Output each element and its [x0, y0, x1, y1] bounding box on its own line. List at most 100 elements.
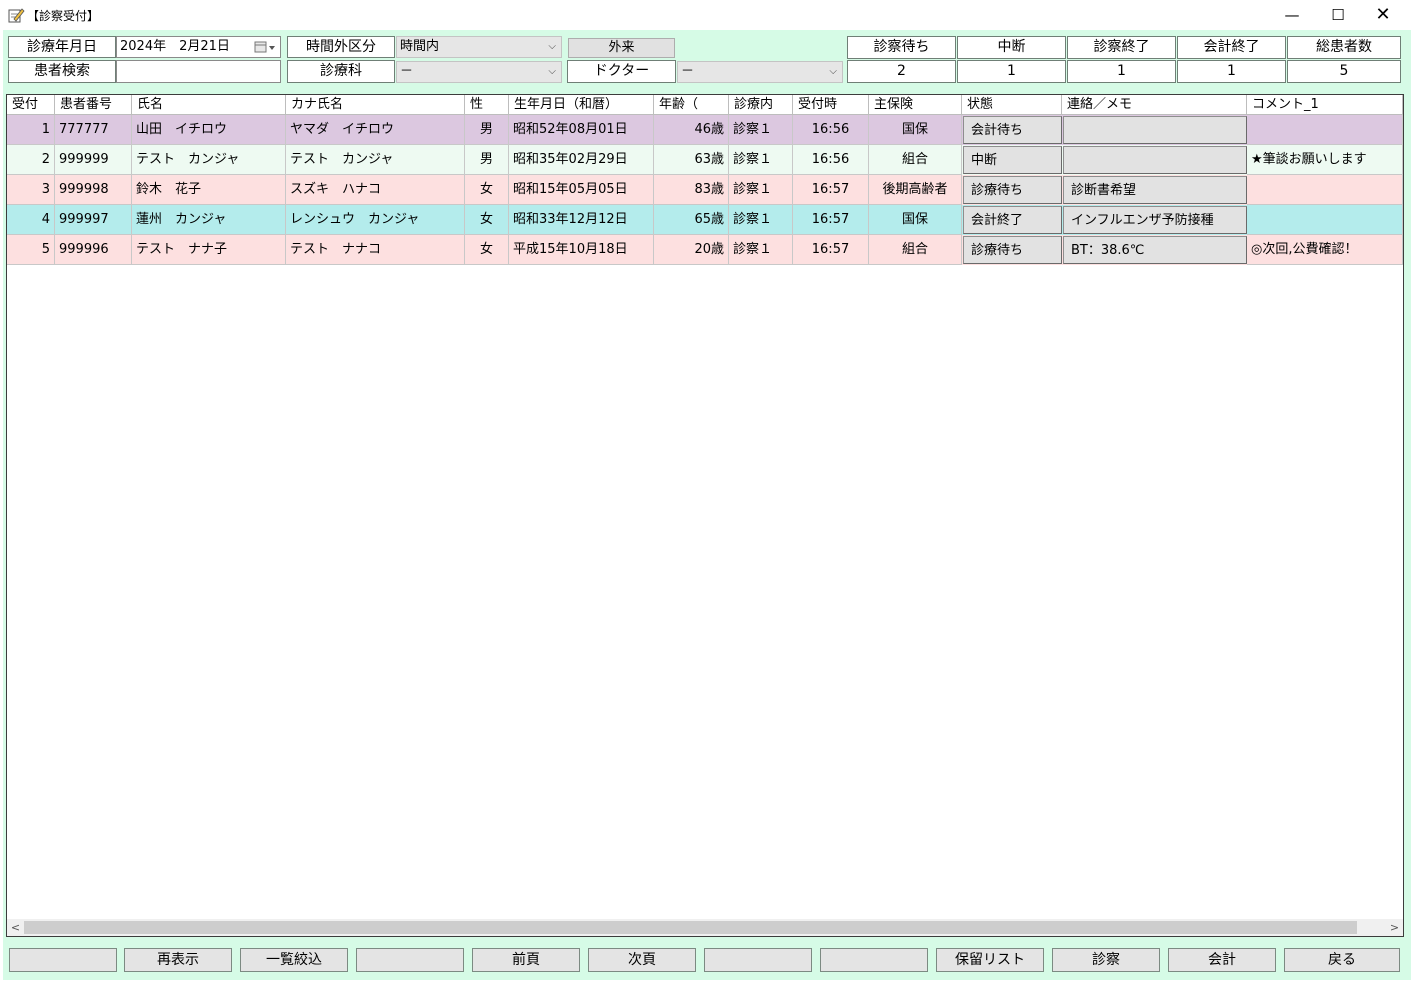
table-cell-kana: レンシュウ カンジャ: [286, 205, 465, 235]
table-row[interactable]: 5 999996 テスト ナナ子 テスト ナナコ女平成15年10月18日 20歳 診察１ 1…: [7, 235, 1403, 265]
table-cell-dept: 診察１: [729, 205, 793, 235]
time-category-select[interactable]: 時間内 ⌵: [396, 36, 562, 58]
column-header[interactable]: 生年月日（和暦）: [509, 95, 654, 115]
department-label-text: 診療科: [320, 63, 362, 79]
doctor-value: －: [681, 64, 695, 79]
column-header[interactable]: カナ氏名: [286, 95, 465, 115]
outpatient-button[interactable]: 外来: [568, 38, 675, 58]
column-header[interactable]: 主保険: [869, 95, 962, 115]
table-cell-time: 16:57: [793, 205, 869, 235]
memo-button[interactable]: 診断書希望: [1063, 176, 1247, 204]
table-cell-sex: 男: [465, 145, 509, 175]
function-button-1[interactable]: [9, 948, 117, 972]
table-cell-birth: 昭和52年08月01日: [509, 115, 654, 145]
table-cell-name: 蓮州 カンジャ: [132, 205, 286, 235]
function-button-5[interactable]: 前頁: [472, 948, 580, 972]
column-header[interactable]: 診療内: [729, 95, 793, 115]
horizontal-scrollbar[interactable]: < >: [7, 919, 1403, 936]
column-header[interactable]: 受付時: [793, 95, 869, 115]
counter-label: 中断: [957, 36, 1066, 59]
table-cell-kana: テスト ナナコ: [286, 235, 465, 265]
status-button[interactable]: 診療待ち: [963, 176, 1062, 204]
function-button-3[interactable]: 一覧絞込: [240, 948, 348, 972]
column-header[interactable]: コメント_1: [1247, 95, 1403, 115]
patient-search-input[interactable]: [116, 60, 281, 83]
memo-button[interactable]: インフルエンザ予防接種: [1063, 206, 1247, 234]
table-cell-dept: 診察１: [729, 145, 793, 175]
doctor-label: ドクター: [567, 60, 676, 83]
table-cell-dept: 診察１: [729, 235, 793, 265]
scroll-right-icon[interactable]: >: [1386, 919, 1403, 936]
status-button[interactable]: 中断: [963, 146, 1062, 174]
table-cell-id: 999996: [55, 235, 132, 265]
function-button-4[interactable]: [356, 948, 464, 972]
table-cell-ins: 国保: [869, 205, 962, 235]
column-header[interactable]: 年齢（: [654, 95, 729, 115]
table-cell-age: 20歳: [654, 235, 729, 265]
function-button-7[interactable]: [704, 948, 812, 972]
table-row[interactable]: 1 777777 山田 イチロウ ヤマダ イチロウ男昭和52年08月01日 46歳 診察１…: [7, 115, 1403, 145]
column-header[interactable]: 患者番号: [55, 95, 132, 115]
table-cell-comment: [1247, 115, 1403, 145]
close-button[interactable]: ✕: [1361, 2, 1405, 28]
column-header[interactable]: 性: [465, 95, 509, 115]
table-cell-time: 16:56: [793, 145, 869, 175]
table-cell-no: 1: [7, 115, 55, 145]
column-header[interactable]: 状態: [962, 95, 1062, 115]
status-button[interactable]: 診療待ち: [963, 236, 1062, 264]
counter-value: 5: [1287, 60, 1401, 83]
table-row[interactable]: 3 999998 鈴木 花子 スズキ ハナコ女昭和15年05月05日 83歳 診察１ 16:…: [7, 175, 1403, 205]
table-cell-age: 63歳: [654, 145, 729, 175]
table-row[interactable]: 4 999997 蓮州 カンジャ レンシュウ カンジャ女昭和33年12月12日 65歳診…: [7, 205, 1403, 235]
maximize-button[interactable]: ☐: [1316, 2, 1360, 28]
table-cell-id: 777777: [55, 115, 132, 145]
table-cell-no: 3: [7, 175, 55, 205]
function-button-8[interactable]: [820, 948, 928, 972]
function-button-6[interactable]: 次頁: [588, 948, 696, 972]
table-cell-kana: スズキ ハナコ: [286, 175, 465, 205]
table-cell-name: テスト ナナ子: [132, 235, 286, 265]
scroll-left-icon[interactable]: <: [7, 919, 24, 936]
function-button-11[interactable]: 会計: [1168, 948, 1276, 972]
minimize-button[interactable]: —: [1270, 2, 1314, 28]
counter-value: 2: [847, 60, 956, 83]
column-header[interactable]: 受付: [7, 95, 55, 115]
table-cell-kana: ヤマダ イチロウ: [286, 115, 465, 145]
scrollbar-thumb[interactable]: [24, 921, 1357, 934]
time-category-label: 時間外区分: [287, 36, 395, 58]
status-button[interactable]: 会計終了: [963, 206, 1062, 234]
function-button-12[interactable]: 戻る: [1284, 948, 1400, 972]
counter-label: 会計終了: [1177, 36, 1286, 59]
memo-button[interactable]: [1063, 146, 1247, 174]
department-label: 診療科: [287, 60, 395, 83]
function-button-9[interactable]: 保留リスト: [936, 948, 1044, 972]
status-button[interactable]: 会計待ち: [963, 116, 1062, 144]
memo-button[interactable]: [1063, 116, 1247, 144]
table-cell-comment: ★筆談お願いします: [1247, 145, 1403, 175]
time-category-value: 時間内: [400, 39, 440, 54]
function-button-2[interactable]: 再表示: [124, 948, 232, 972]
column-header[interactable]: 氏名: [132, 95, 286, 115]
date-picker[interactable]: 2024年 2月21日: [116, 36, 281, 58]
title-bar: 【診察受付】 — ☐ ✕: [0, 0, 1415, 30]
patient-search-label-text: 患者検索: [34, 63, 90, 79]
table-row[interactable]: 2 999999 テスト カンジャ テスト カンジャ男昭和35年02月29日 63歳 診察…: [7, 145, 1403, 175]
table-cell-time: 16:57: [793, 235, 869, 265]
counter-label: 診察待ち: [847, 36, 956, 59]
table-cell-dept: 診察１: [729, 115, 793, 145]
reception-table[interactable]: 受付 患者番号 氏名 カナ氏名性生年月日（和暦） 年齢（ 診療内 受付時 主保険 状態 連絡／メモ…: [6, 94, 1404, 937]
date-label: 診療年月日: [8, 36, 116, 58]
table-cell-ins: 国保: [869, 115, 962, 145]
table-cell-sex: 女: [465, 235, 509, 265]
table-cell-birth: 昭和35年02月29日: [509, 145, 654, 175]
column-header[interactable]: 連絡／メモ: [1062, 95, 1247, 115]
function-button-10[interactable]: 診察: [1052, 948, 1160, 972]
table-cell-dept: 診察１: [729, 175, 793, 205]
calendar-dropdown-icon[interactable]: [254, 41, 276, 54]
counter-value: 1: [957, 60, 1066, 83]
department-select[interactable]: － ⌵: [396, 61, 562, 83]
table-cell-ins: 後期高齢者: [869, 175, 962, 205]
memo-button[interactable]: BT：38.6℃: [1063, 236, 1247, 264]
table-cell-age: 65歳: [654, 205, 729, 235]
doctor-select[interactable]: － ⌵: [677, 61, 843, 83]
